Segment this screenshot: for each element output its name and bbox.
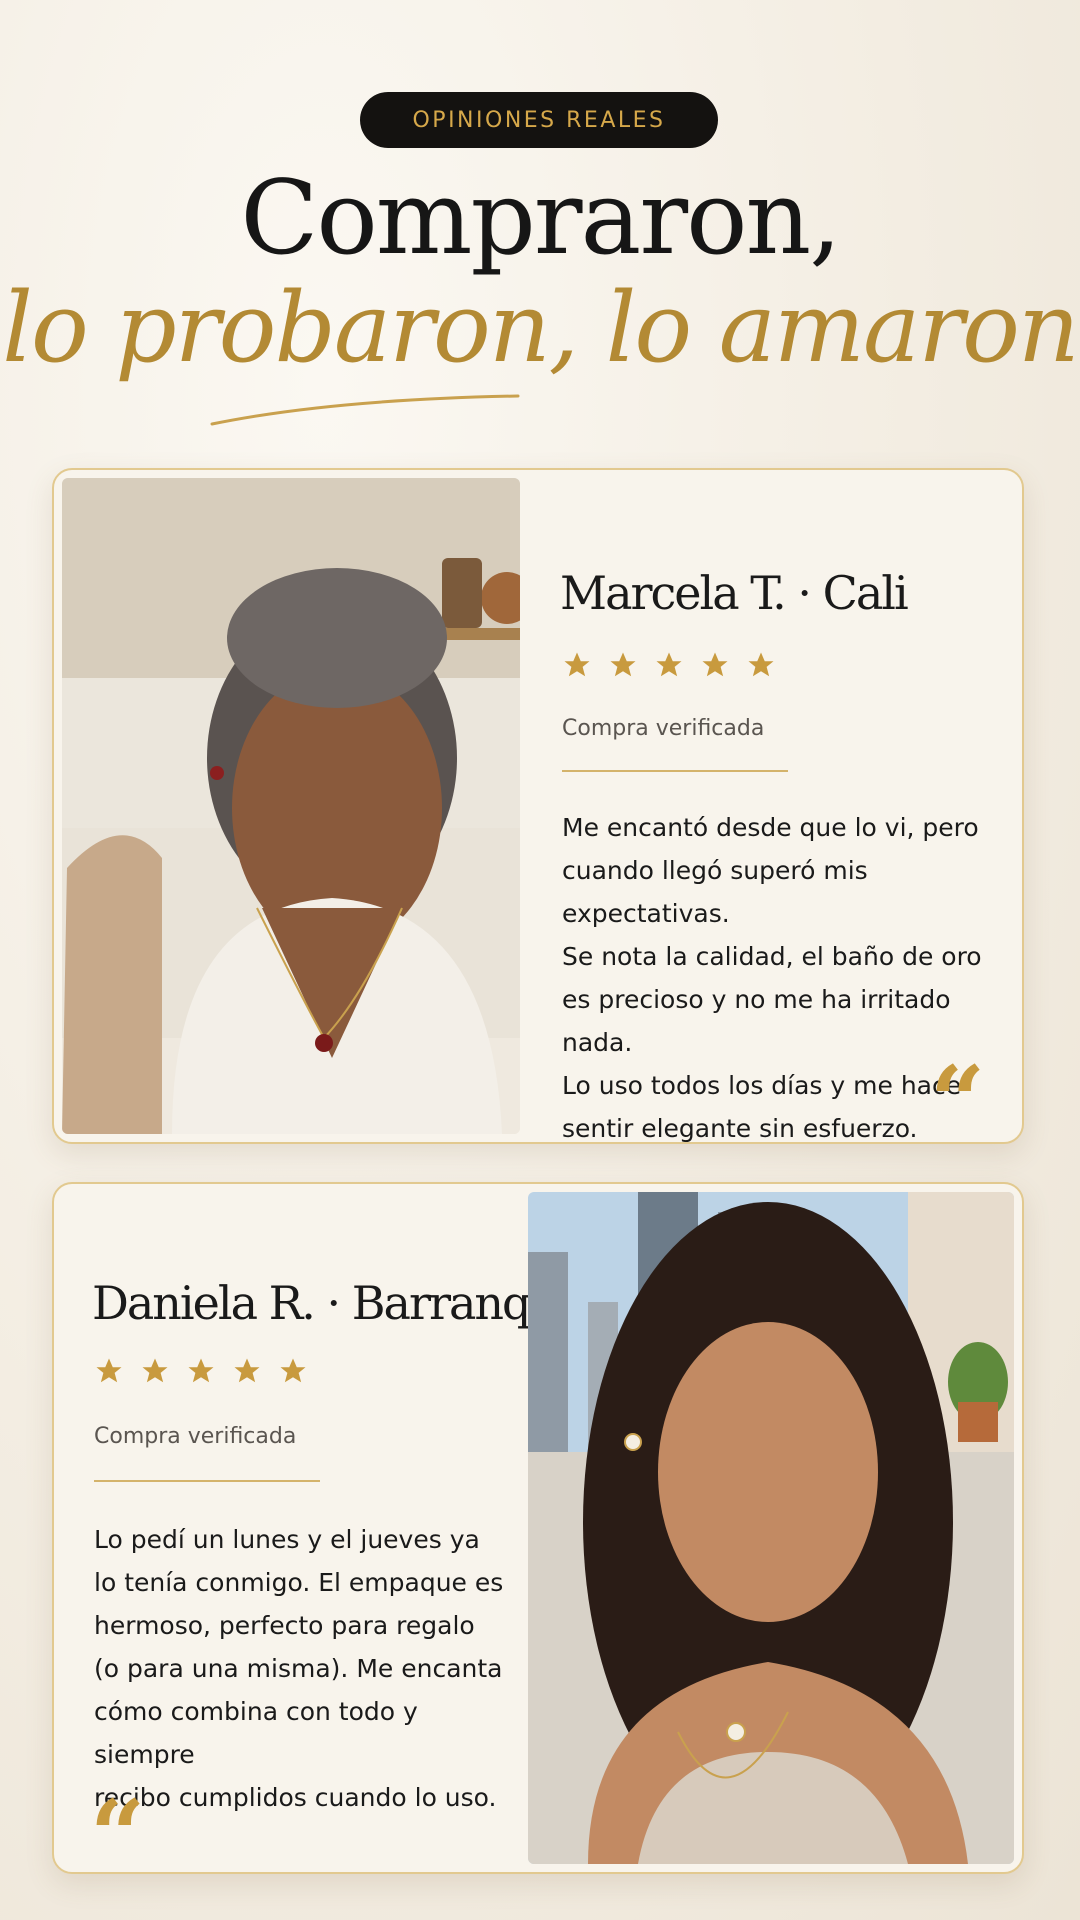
divider	[94, 1480, 320, 1482]
reviewer-photo-1	[62, 478, 520, 1134]
reviewer-photo-2	[528, 1192, 1014, 1864]
star-icon	[234, 1358, 260, 1383]
quote-icon: “	[930, 1045, 986, 1144]
review-line: hermoso, perfecto para regalo	[94, 1611, 475, 1640]
star-icon	[96, 1358, 122, 1383]
verified-purchase-label: Compra verificada	[94, 1424, 297, 1449]
star-icon	[610, 652, 636, 677]
review-line: lo tenía conmigo. El empaque es	[94, 1568, 504, 1597]
review-card-2: Daniela R. · Barranquilla Compra verific…	[52, 1182, 1024, 1874]
quote-icon: “	[90, 1779, 146, 1874]
rating-stars	[562, 650, 776, 680]
review-line: (o para una misma). Me encanta	[94, 1654, 503, 1683]
star-icon	[656, 652, 682, 677]
review-line: cuando llegó superó mis expectativas.	[562, 856, 868, 928]
review-line: recibo cumplidos cuando lo uso.	[94, 1783, 497, 1812]
review-line: cómo combina con todo y siempre	[94, 1697, 418, 1769]
decorative-swash	[210, 394, 520, 426]
reviewer-name: Marcela T. · Cali	[560, 566, 909, 620]
review-line: Se nota la calidad, el baño de oro	[562, 942, 982, 971]
review-text: Lo pedí un lunes y el jueves ya lo tenía…	[94, 1518, 504, 1819]
star-icon	[142, 1358, 168, 1383]
divider	[562, 770, 788, 772]
review-line: Lo pedí un lunes y el jueves ya	[94, 1525, 480, 1554]
review-card-1: Marcela T. · Cali Compra verificada Me e…	[52, 468, 1024, 1144]
star-icon	[188, 1358, 214, 1383]
star-icon	[564, 652, 590, 677]
star-icon	[702, 652, 728, 677]
headline-line-1: Compraron,	[240, 159, 841, 278]
star-icon	[280, 1358, 306, 1383]
badge-label: OPINIONES REALES	[412, 107, 666, 133]
review-line: Me encantó desde que lo vi, pero	[562, 813, 979, 842]
star-icon	[748, 652, 774, 677]
section-badge: OPINIONES REALES	[360, 92, 718, 148]
verified-purchase-label: Compra verificada	[562, 716, 765, 741]
rating-stars	[94, 1356, 308, 1386]
headline-line-2: lo probaron, lo amaron	[2, 272, 1079, 384]
